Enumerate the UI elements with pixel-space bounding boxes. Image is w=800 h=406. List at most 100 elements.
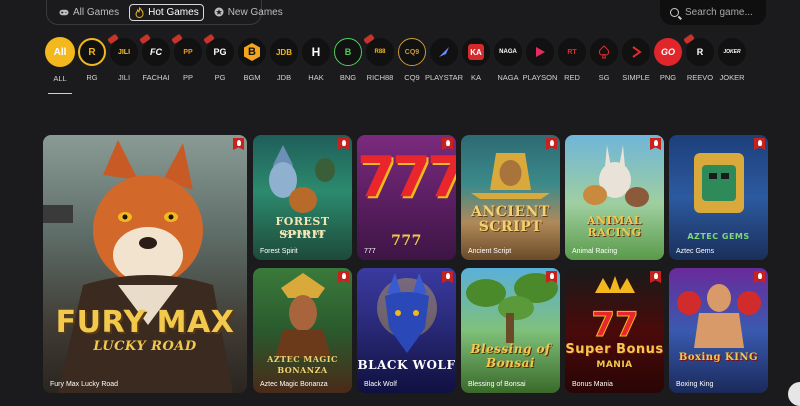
game-label: Ancient Script xyxy=(468,248,512,255)
provider-playstar-logo xyxy=(430,38,458,66)
playstar-swoosh-icon xyxy=(439,47,449,57)
provider-pp-mark: PP xyxy=(183,48,193,56)
provider-bng-logo: B xyxy=(334,38,362,66)
provider-jili-logo: JILI xyxy=(107,33,138,66)
game-card-black-wolf[interactable]: BLACK WOLF Black Wolf xyxy=(357,268,456,393)
game-title: BLACK WOLF xyxy=(357,358,456,372)
play-icon xyxy=(536,47,545,57)
tab-hot-games[interactable]: Hot Games xyxy=(129,3,204,21)
game-label: Aztec Gems xyxy=(676,248,715,255)
provider-png-logo: GO xyxy=(654,38,682,66)
provider-simple-logo xyxy=(622,38,650,66)
hot-ribbon-icon xyxy=(107,33,119,45)
tab-new-games[interactable]: New Games xyxy=(210,5,287,20)
game-card-fury-max-lucky-road[interactable]: FURY MAX LUCKY ROAD Fury Max Lucky Road xyxy=(43,135,247,393)
provider-bgm-logo: B xyxy=(238,38,266,66)
spade-icon xyxy=(598,45,610,59)
hot-ribbon-icon xyxy=(363,33,375,45)
provider-pg-mark: PG xyxy=(213,47,227,57)
game-card-animal-racing[interactable]: ANIMAL RACING Animal Racing xyxy=(565,135,664,260)
provider-ka-logo: KA xyxy=(462,38,490,66)
game-title: 777 xyxy=(391,233,422,249)
game-label: Boxing King xyxy=(676,381,714,388)
featured-game-subtitle: LUCKY ROAD xyxy=(93,339,197,354)
flame-icon xyxy=(134,6,144,18)
pharaoh-artwork xyxy=(471,153,550,199)
hot-ribbon-icon xyxy=(139,33,151,45)
tab-all-games-label: All Games xyxy=(73,6,120,18)
provider-joker[interactable]: JOKER JOKER xyxy=(716,38,748,82)
game-card-aztec-magic-bonanza[interactable]: AZTEC MAGIC BONANZA Aztec Magic Bonanza xyxy=(253,268,352,393)
svg-text:77: 77 xyxy=(591,305,638,345)
game-label: Fury Max Lucky Road xyxy=(50,381,119,388)
provider-red-logo: RT xyxy=(558,38,586,66)
game-card-ancient-script[interactable]: ANCIENT SCRIPT Ancient Script xyxy=(461,135,560,260)
game-art-sevens: 777 xyxy=(357,145,456,210)
game-filter-tabs: All Games Hot Games New Games xyxy=(46,0,283,25)
star-icon xyxy=(214,7,224,17)
provider-ka-mark: KA xyxy=(468,44,484,60)
game-title: FOREST SPIRIT xyxy=(275,215,330,241)
game-title: AZTEC MAGIC BONANZA xyxy=(267,354,338,375)
game-title: ANIMAL RACING xyxy=(586,214,643,239)
aztec-mask-artwork xyxy=(694,153,744,213)
game-card-blessing-of-bonsai[interactable]: Blessing of Bonsai Blessing of Bonsai xyxy=(461,268,560,393)
search-icon[interactable] xyxy=(670,8,679,17)
provider-pp-logo: PP xyxy=(171,33,202,66)
provider-hak-logo: H xyxy=(302,38,330,66)
provider-pg-logo: PG xyxy=(203,33,234,66)
crown-sevens-artwork: 77 xyxy=(591,276,639,346)
game-title: Boxing KING xyxy=(678,352,759,363)
game-subtitle: MANIA xyxy=(596,360,633,370)
search-input[interactable] xyxy=(685,7,765,18)
wolf-artwork xyxy=(377,273,437,353)
game-card-777[interactable]: 777 777 777 xyxy=(357,135,456,260)
provider-fachai-logo: FC xyxy=(139,33,170,66)
provider-joker-logo: JOKER xyxy=(718,38,746,66)
tab-hot-games-label: Hot Games xyxy=(148,6,199,18)
game-card-forest-spirit[interactable]: FOREST SPIRIT HOLD AND WIN Forest Spirit xyxy=(253,135,352,260)
provider-sg-logo xyxy=(590,38,618,66)
game-card-bonus-mania[interactable]: 77 Super Bonus MANIA Bonus Mania xyxy=(565,268,664,393)
search-box xyxy=(660,0,766,25)
provider-jdb-logo: JDB xyxy=(270,38,298,66)
game-title: Blessing of Bonsai xyxy=(470,342,551,370)
provider-jili-mark: JILI xyxy=(117,48,131,56)
provider-reevo-logo: R xyxy=(683,33,714,66)
provider-bgm-mark: B xyxy=(244,43,260,61)
game-label: Aztec Magic Bonanza xyxy=(260,381,328,388)
provider-rich88-logo: R88 xyxy=(363,33,394,66)
hot-ribbon-icon xyxy=(203,33,215,45)
bonsai-tree-artwork xyxy=(466,273,558,343)
provider-naga-logo: NAGA xyxy=(494,38,522,66)
game-title: Super Bonus xyxy=(565,342,664,357)
provider-name: JOKER xyxy=(719,73,745,82)
provider-playson-logo xyxy=(526,38,554,66)
forest-spirit-artwork xyxy=(269,145,335,213)
hot-ribbon-icon xyxy=(171,33,183,45)
chevron-right-icon xyxy=(632,46,642,58)
chat-bubble-icon[interactable] xyxy=(788,382,800,406)
game-card-boxing-king[interactable]: Boxing KING Boxing King xyxy=(669,268,768,393)
boxer-artwork xyxy=(677,284,761,348)
provider-reevo-mark: R xyxy=(696,47,704,57)
game-card-aztec-gems[interactable]: AZTEC GEMS Aztec Gems xyxy=(669,135,768,260)
gamepad-icon xyxy=(59,7,69,17)
game-label: 777 xyxy=(364,248,376,255)
game-label: Blessing of Bonsai xyxy=(468,381,526,388)
game-label: Bonus Mania xyxy=(572,381,613,388)
game-subtitle: HOLD AND WIN xyxy=(280,231,325,237)
provider-list: All ALL R RG JILI JILI FC FACHAI PP PP P… xyxy=(44,33,772,98)
game-title: ANCIENT SCRIPT xyxy=(471,204,550,235)
featured-game-title: FURY MAX xyxy=(55,305,235,340)
game-label: Forest Spirit xyxy=(260,248,298,255)
game-title: AZTEC GEMS xyxy=(687,232,750,241)
fury-max-artwork xyxy=(43,140,233,393)
provider-all-logo: All xyxy=(45,37,75,67)
provider-rich88-mark: R88 xyxy=(374,49,386,55)
game-label: Animal Racing xyxy=(572,248,618,255)
provider-rg-logo: R xyxy=(78,38,106,66)
active-provider-underline xyxy=(48,93,72,94)
tab-all-games[interactable]: All Games xyxy=(55,5,123,20)
provider-cq9-logo: CQ9 xyxy=(398,38,426,66)
